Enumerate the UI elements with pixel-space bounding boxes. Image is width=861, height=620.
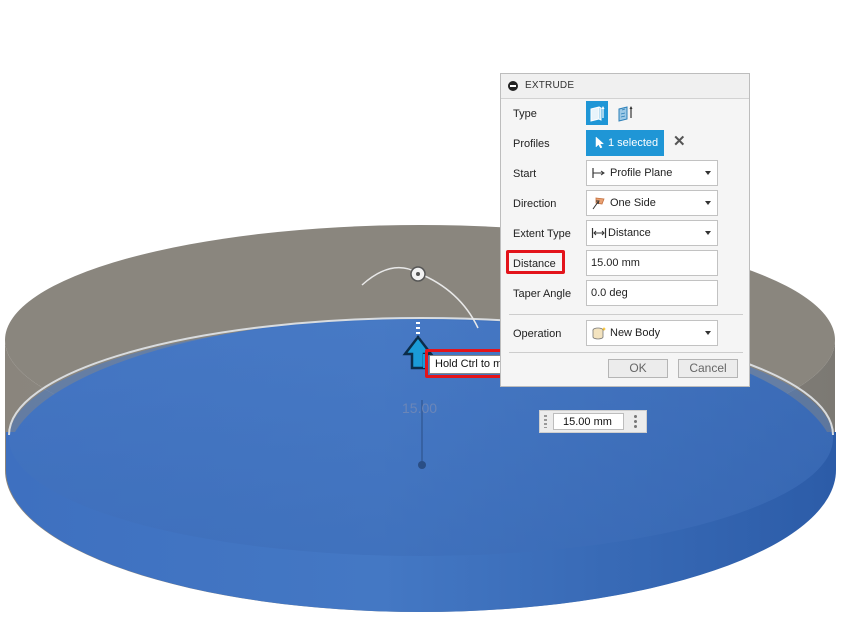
extent-type-value: Distance [608, 227, 651, 239]
start-label: Start [513, 168, 537, 180]
extent-type-label: Extent Type [513, 228, 571, 240]
taper-angle-value: 0.0 deg [591, 287, 628, 299]
extrude-dialog: EXTRUDE Type Profiles 1 selected ✕ Start [500, 73, 750, 387]
chevron-down-icon [705, 171, 711, 175]
profile-plane-icon [592, 168, 605, 178]
solid-extrude-button[interactable] [586, 101, 608, 125]
chevron-down-icon [705, 201, 711, 205]
distance-highlight-box [506, 250, 565, 274]
cancel-button[interactable]: Cancel [678, 359, 738, 378]
new-body-icon [592, 327, 607, 340]
taper-angle-label: Taper Angle [513, 288, 572, 300]
distance-icon [591, 228, 607, 238]
ok-button[interactable]: OK [608, 359, 668, 378]
taper-angle-input[interactable]: 0.0 deg [586, 280, 718, 306]
canvas-distance-input[interactable] [553, 413, 624, 430]
direction-dropdown[interactable]: One Side [586, 190, 718, 216]
surface-extrude-button[interactable] [614, 101, 636, 125]
cursor-arrow-icon [595, 136, 605, 149]
extent-type-dropdown[interactable]: Distance [586, 220, 718, 246]
solid-extrude-icon [590, 106, 605, 122]
operation-label: Operation [513, 328, 562, 340]
clear-selection-icon[interactable]: ✕ [673, 134, 686, 149]
divider [509, 314, 743, 315]
divider [509, 352, 743, 353]
profiles-selection-button[interactable]: 1 selected [586, 130, 664, 156]
profiles-label: Profiles [513, 138, 550, 150]
chevron-down-icon [705, 331, 711, 335]
distance-input[interactable]: 15.00 mm [586, 250, 718, 276]
type-label: Type [513, 108, 537, 120]
drag-grip-icon[interactable] [544, 415, 547, 428]
direction-label: Direction [513, 198, 557, 210]
chevron-down-icon [705, 231, 711, 235]
canvas-distance-field [539, 410, 647, 433]
dialog-header: EXTRUDE [501, 74, 749, 99]
profiles-value: 1 selected [608, 137, 659, 149]
start-value: Profile Plane [610, 167, 673, 179]
direction-value: One Side [610, 197, 656, 209]
more-options-icon[interactable] [634, 415, 637, 429]
distance-value: 15.00 mm [591, 257, 640, 269]
operation-dropdown[interactable]: New Body [586, 320, 718, 346]
surface-extrude-icon [618, 106, 633, 122]
dialog-title: EXTRUDE [525, 80, 575, 91]
operation-value: New Body [610, 327, 661, 339]
start-dropdown[interactable]: Profile Plane [586, 160, 718, 186]
one-side-icon [592, 197, 605, 210]
collapse-icon[interactable] [508, 81, 518, 91]
dimension-label: 15.00 [402, 400, 438, 416]
